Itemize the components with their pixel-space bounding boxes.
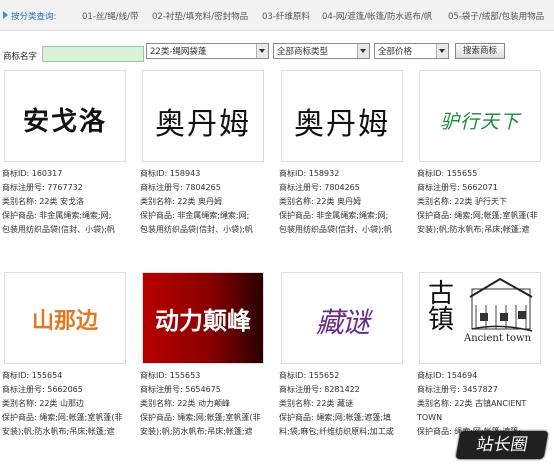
protected-goods-cont: 包装用纺织品袋(信封、小袋);帆 [140, 225, 253, 234]
trademark-logo[interactable]: 古镇 Ancient town [419, 272, 541, 364]
protected-goods: 保护商品: 绳索;网;帐篷;室帆蓬(非 [2, 413, 123, 422]
trademark-logo[interactable]: 奥丹姆 [281, 70, 403, 162]
trademark-card[interactable]: 驴行天下 商标ID: 155655 商标注册号: 5662071 类别名称: 2… [417, 70, 554, 270]
category-title: 按分类查询: [11, 12, 57, 22]
trademark-id: 商标ID: 155654 [2, 371, 63, 380]
trademark-card[interactable]: 动力颠峰 商标ID: 155653 商标注册号: 5654675 类别名称: 2… [140, 272, 280, 472]
trademark-id: 商标ID: 155655 [417, 169, 478, 178]
class-name: 类别名称: 22类 藏谜 [279, 399, 353, 408]
logo-text: 安戈洛 [22, 107, 107, 137]
logo-text: 奥丹姆 [294, 107, 390, 142]
trademark-logo[interactable]: 藏谜 [281, 272, 403, 364]
trademark-card[interactable]: 藏谜 商标ID: 155652 商标注册号: 8281422 类别名称: 22类… [279, 272, 419, 472]
trademark-id: 商标ID: 155652 [279, 371, 340, 380]
trademark-info: 商标ID: 158943 商标注册号: 7804265 类别名称: 22类 奥丹… [140, 167, 278, 237]
trademark-info: 商标ID: 158932 商标注册号: 7804265 类别名称: 22类 奥丹… [279, 167, 417, 237]
category-link-03[interactable]: 03-纤维原料 [262, 10, 310, 22]
logo-subtext: Ancient town [464, 333, 532, 344]
price-select[interactable]: 全部价格 [374, 43, 449, 59]
protected-goods-cont: 料;袋;麻包;纤维纺织原料;加工或 [279, 427, 394, 436]
trademark-id: 商标ID: 154694 [417, 371, 478, 380]
class-name: 类别名称: 22类 奥丹姆 [279, 197, 361, 206]
trademark-id: 商标ID: 158943 [140, 169, 201, 178]
type-select-value: 全部商标类型 [277, 47, 329, 57]
registration-number: 商标注册号: 5654675 [140, 385, 221, 394]
class-name: 类别名称: 22类 安戈洛 [2, 197, 84, 206]
trademark-id: 商标ID: 160317 [2, 169, 63, 178]
trademark-logo[interactable]: 动力颠峰 [142, 272, 264, 364]
registration-number: 商标注册号: 7767732 [2, 183, 83, 192]
registration-number: 商标注册号: 8281422 [279, 385, 360, 394]
class-name: 类别名称: 22类 奥丹姆 [140, 197, 222, 206]
chevron-down-icon[interactable] [436, 44, 448, 58]
search-bar: 商标名字 22类-绳网袋蓬 全部商标类型 全部价格 搜索商标 [0, 42, 554, 62]
trademark-logo[interactable]: 安戈洛 [4, 70, 126, 162]
trademark-card[interactable]: 安戈洛 商标ID: 160317 商标注册号: 7767732 类别名称: 22… [2, 70, 142, 270]
price-select-value: 全部价格 [378, 47, 413, 57]
protected-goods-cont: 安装);帆;防水帆布;吊床;帐篷;遮 [2, 427, 115, 436]
logo-text: 奥丹姆 [155, 107, 251, 142]
type-select[interactable]: 全部商标类型 [273, 43, 370, 59]
trademark-card[interactable]: 奥丹姆 商标ID: 158932 商标注册号: 7804265 类别名称: 22… [279, 70, 419, 270]
trademark-info: 商标ID: 160317 商标注册号: 7767732 类别名称: 22类 安戈… [2, 167, 140, 237]
logo-text: 驴行天下 [439, 111, 520, 133]
trademark-card[interactable]: 奥丹姆 商标ID: 158943 商标注册号: 7804265 类别名称: 22… [140, 70, 280, 270]
chevron-down-icon[interactable] [256, 44, 268, 58]
class-select-value: 22类-绳网袋蓬 [150, 47, 207, 57]
protected-goods: 保护商品: 绳索;网;帐篷;室帆蓬(非 [417, 211, 538, 220]
protected-goods: 保护商品: 非金属绳索;绳索;网; [2, 211, 112, 220]
watermark-logo: 站长圈 [455, 431, 549, 459]
logo-text: 山那边 [31, 309, 98, 334]
protected-goods: 保护商品: 非金属绳索;绳索;网; [140, 211, 250, 220]
registration-number: 商标注册号: 3457827 [417, 385, 498, 394]
protected-goods-cont: 安装);帆;防水帆布;吊床;帐篷;遮 [140, 427, 253, 436]
category-bar: 按分类查询: 01-丝/绳/线/带 02-衬垫/填充料/密封物品 03-纤维原料… [0, 0, 554, 31]
trademark-id: 商标ID: 155653 [140, 371, 201, 380]
trademark-card[interactable]: 山那边 商标ID: 155654 商标注册号: 5662065 类别名称: 22… [2, 272, 142, 472]
class-name: 类别名称: 22类 驴行天下 [417, 197, 507, 206]
protected-goods: 保护商品: 绳索;网;帐篷;室帆蓬(非 [140, 413, 261, 422]
trademark-info: 商标ID: 155652 商标注册号: 8281422 类别名称: 22类 藏谜… [279, 369, 417, 439]
category-link-01[interactable]: 01-丝/绳/线/带 [82, 10, 138, 22]
trademark-info: 商标ID: 155653 商标注册号: 5654675 类别名称: 22类 动力… [140, 369, 278, 439]
category-link-02[interactable]: 02-衬垫/填充料/密封物品 [152, 10, 248, 22]
trademark-name-label: 商标名字 [3, 52, 38, 62]
trademark-info: 商标ID: 155655 商标注册号: 5662071 类别名称: 22类 驴行… [417, 167, 554, 237]
protected-goods-cont: 安装);帆;防水帆布;吊床;帐篷;遮 [417, 225, 530, 234]
protected-goods: 保护商品: 绳索;网;帐篷;遮篷;填 [279, 413, 392, 422]
class-name-cont: TOWN [417, 413, 443, 422]
trademark-name-input[interactable] [42, 46, 144, 62]
registration-number: 商标注册号: 7804265 [140, 183, 221, 192]
logo-text: 古镇 [427, 279, 454, 335]
logo-text: 藏谜 [315, 306, 370, 339]
search-button[interactable]: 搜索商标 [455, 43, 505, 59]
class-name: 类别名称: 22类 动力颠峰 [140, 399, 230, 408]
logo-text: 动力颠峰 [155, 307, 251, 335]
protected-goods: 保护商品: 非金属绳索;绳索;网; [279, 211, 389, 220]
protected-goods-cont: 包装用纺织品袋(信封、小袋);帆 [2, 225, 115, 234]
trademark-logo[interactable]: 奥丹姆 [142, 70, 264, 162]
class-name: 类别名称: 22类 山那边 [2, 399, 84, 408]
registration-number: 商标注册号: 5662065 [2, 385, 83, 394]
trademark-logo[interactable]: 山那边 [4, 272, 126, 364]
registration-number: 商标注册号: 7804265 [279, 183, 360, 192]
registration-number: 商标注册号: 5662071 [417, 183, 498, 192]
arrow-right-icon [3, 11, 8, 19]
chevron-down-icon[interactable] [357, 44, 369, 58]
trademark-info: 商标ID: 154694 商标注册号: 3457827 类别名称: 22类 古镇… [417, 369, 554, 439]
trademark-id: 商标ID: 158932 [279, 169, 340, 178]
trademark-info: 商标ID: 155654 商标注册号: 5662065 类别名称: 22类 山那… [2, 369, 140, 439]
trademark-logo[interactable]: 驴行天下 [419, 70, 541, 162]
category-link-05[interactable]: 05-袋子/绒部/包装用物品 [448, 10, 544, 22]
protected-goods-cont: 包装用纺织品袋(信封、小袋);帆 [279, 225, 392, 234]
class-select[interactable]: 22类-绳网袋蓬 [146, 43, 269, 59]
class-name: 类别名称: 22类 古镇ANCIENT [417, 399, 527, 408]
category-link-04[interactable]: 04-网/遮篷/帐篷/防水遮布/帆 [322, 10, 432, 22]
